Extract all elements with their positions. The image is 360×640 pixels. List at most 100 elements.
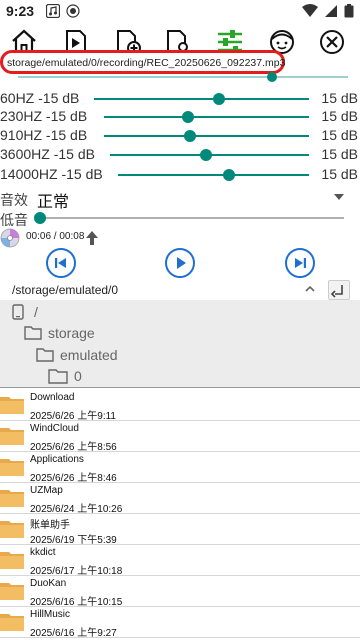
file-list: Download 2025/6/26 上午9:11 WindCloud 2025… <box>0 390 360 640</box>
sound-effect-select[interactable]: 音效 正常 <box>0 188 360 211</box>
file-list-item[interactable]: Applications 2025/6/26 上午8:46 <box>0 452 360 484</box>
file-date: 2025/6/17 上午10:18 <box>30 566 123 577</box>
sound-effect-label: 音效 <box>0 192 28 208</box>
file-list-item[interactable]: kkdict 2025/6/17 上午10:18 <box>0 545 360 577</box>
chevron-up-icon[interactable] <box>304 283 316 295</box>
tree-item-0[interactable]: 0 <box>0 365 360 387</box>
file-name: 账单助手 <box>30 520 70 531</box>
recording-path-box[interactable]: storage/emulated/0/recording/REC_2025062… <box>0 50 285 74</box>
playback-time-row: 00:06 / 00:08 <box>0 228 360 248</box>
eq-band-slider[interactable] <box>118 174 309 176</box>
back-button[interactable] <box>328 280 350 300</box>
file-date: 2025/6/24 上午10:26 <box>30 504 123 515</box>
tree-item-emulated[interactable]: emulated <box>0 344 360 366</box>
file-name: UZMap <box>30 485 63 496</box>
file-list-item[interactable]: HillMusic 2025/6/16 上午9:27 <box>0 607 360 639</box>
eq-band-slider[interactable] <box>104 135 309 137</box>
record-notification-icon <box>66 4 80 18</box>
file-name: WindCloud <box>30 423 79 434</box>
file-list-item[interactable]: Download 2025/6/26 上午9:11 <box>0 390 360 422</box>
file-list-item[interactable]: 账单助手 2025/6/19 下午5:39 <box>0 514 360 546</box>
folder-icon <box>0 397 24 414</box>
next-button[interactable] <box>285 248 315 278</box>
eq-band-label: 910HZ -15 dB <box>0 127 88 143</box>
file-name: kkdict <box>30 547 56 558</box>
file-date: 2025/6/16 上午9:27 <box>30 628 117 639</box>
status-system-icons <box>302 4 354 18</box>
music-note-icon <box>46 4 60 18</box>
eq-band-thumb[interactable] <box>184 130 197 142</box>
battery-icon <box>344 4 354 18</box>
file-list-item[interactable]: DuoKan 2025/6/16 上午10:15 <box>0 576 360 608</box>
file-list-item[interactable]: WindCloud 2025/6/26 上午8:56 <box>0 421 360 453</box>
eq-band-label: 60HZ -15 dB <box>0 90 80 106</box>
status-time: 9:23 <box>6 3 35 19</box>
file-date: 2025/6/16 上午10:15 <box>30 597 123 608</box>
folder-icon <box>0 521 24 538</box>
eq-band-label: 14000HZ -15 dB <box>0 166 103 182</box>
folder-icon <box>0 428 24 445</box>
eq-band-max: 15 dB <box>321 146 358 162</box>
eq-band-row: 14000HZ -15 dB 15 dB <box>0 166 360 184</box>
play-button[interactable] <box>165 248 195 278</box>
eq-band-max: 15 dB <box>321 90 358 106</box>
disc-icon <box>0 228 20 248</box>
file-name: HillMusic <box>30 609 70 620</box>
folder-outline-icon <box>24 326 42 340</box>
previous-button[interactable] <box>46 248 76 278</box>
eq-band-row: 3600HZ -15 dB 15 dB <box>0 146 360 164</box>
tree-item-label: / <box>34 304 38 320</box>
recording-path: storage/emulated/0/recording/REC_2025062… <box>7 57 286 69</box>
phone-icon <box>12 304 24 320</box>
eq-band-max: 15 dB <box>321 127 358 143</box>
file-name: Applications <box>30 454 84 465</box>
folder-icon <box>0 552 24 569</box>
eq-band-thumb[interactable] <box>222 169 235 181</box>
eq-band-thumb[interactable] <box>199 149 212 161</box>
folder-outline-icon <box>48 369 68 384</box>
file-name: DuoKan <box>30 578 67 589</box>
file-name: Download <box>30 392 75 403</box>
play-icon <box>177 257 186 269</box>
tree-item-label: 0 <box>74 368 82 384</box>
eq-band-thumb[interactable] <box>182 111 195 123</box>
bass-label: 低音 <box>0 212 28 228</box>
tree-item-storage[interactable]: storage <box>0 322 360 344</box>
current-path: /storage/emulated/0 <box>12 283 119 297</box>
skip-previous-icon <box>55 258 66 268</box>
tree-item-root[interactable]: / <box>0 301 360 323</box>
folder-tree: / storage emulated 0 <box>0 300 360 388</box>
eq-band-slider[interactable] <box>94 98 309 100</box>
close-icon[interactable] <box>318 28 346 56</box>
current-path-row: /storage/emulated/0 <box>0 280 360 300</box>
eq-band-row: 910HZ -15 dB 15 dB <box>0 127 360 145</box>
file-date: 2025/6/19 下午5:39 <box>30 535 117 546</box>
eq-band-label: 3600HZ -15 dB <box>0 146 95 162</box>
eq-band-slider[interactable] <box>104 116 309 118</box>
eq-band-row: 60HZ -15 dB 15 dB <box>0 90 360 108</box>
file-date: 2025/6/26 上午8:56 <box>30 442 117 453</box>
folder-icon <box>0 583 24 600</box>
folder-icon <box>0 614 24 631</box>
tree-item-label: storage <box>48 325 95 341</box>
playback-time: 00:06 / 00:08 <box>26 231 85 242</box>
eq-band-row: 230HZ -15 dB 15 dB <box>0 108 360 126</box>
folder-outline-icon <box>36 348 54 362</box>
file-date: 2025/6/26 上午9:11 <box>30 411 116 422</box>
tree-item-label: emulated <box>60 347 118 363</box>
eq-band-label: 230HZ -15 dB <box>0 108 88 124</box>
eq-band-max: 15 dB <box>321 108 358 124</box>
bass-thumb[interactable] <box>34 212 46 224</box>
arrow-up-icon[interactable] <box>86 231 98 245</box>
eq-band-thumb[interactable] <box>212 93 225 105</box>
bass-slider[interactable] <box>40 217 344 219</box>
dropdown-arrow-icon <box>334 194 344 200</box>
file-date: 2025/6/26 上午8:46 <box>30 473 117 484</box>
seek-thumb[interactable] <box>267 72 278 82</box>
skip-next-icon <box>295 258 306 268</box>
file-list-item[interactable]: UZMap 2025/6/24 上午10:26 <box>0 483 360 515</box>
signal-icon <box>325 5 337 17</box>
status-bar: 9:23 <box>0 0 360 24</box>
seek-track[interactable] <box>18 76 348 78</box>
folder-icon <box>0 459 24 476</box>
